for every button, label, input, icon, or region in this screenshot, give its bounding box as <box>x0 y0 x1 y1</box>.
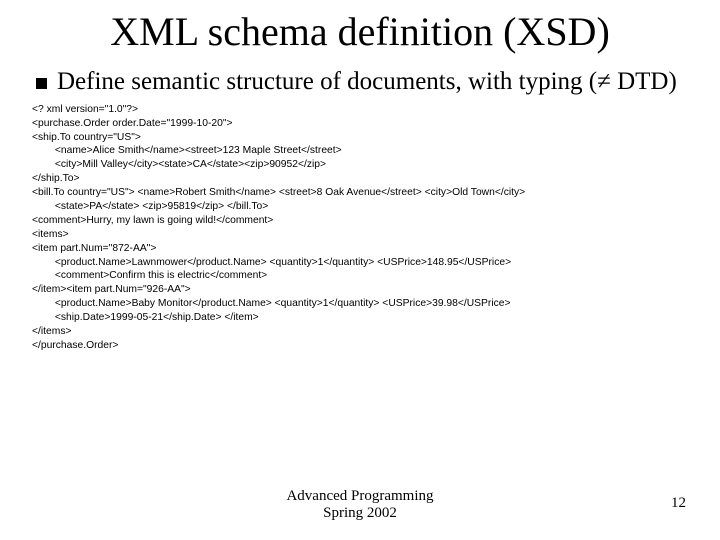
footer-center: Advanced Programming Spring 2002 <box>0 488 720 522</box>
footer-line2: Spring 2002 <box>0 505 720 522</box>
xml-code-block: <? xml version="1.0"?> <purchase.Order o… <box>32 103 690 353</box>
page-number: 12 <box>671 495 686 512</box>
bullet-row: Define semantic structure of documents, … <box>30 68 690 97</box>
slide-title: XML schema definition (XSD) <box>30 10 690 54</box>
slide: XML schema definition (XSD) Define seman… <box>0 0 720 540</box>
bullet-text: Define semantic structure of documents, … <box>57 68 677 97</box>
footer-line1: Advanced Programming <box>286 488 433 504</box>
square-bullet-icon <box>36 78 47 89</box>
